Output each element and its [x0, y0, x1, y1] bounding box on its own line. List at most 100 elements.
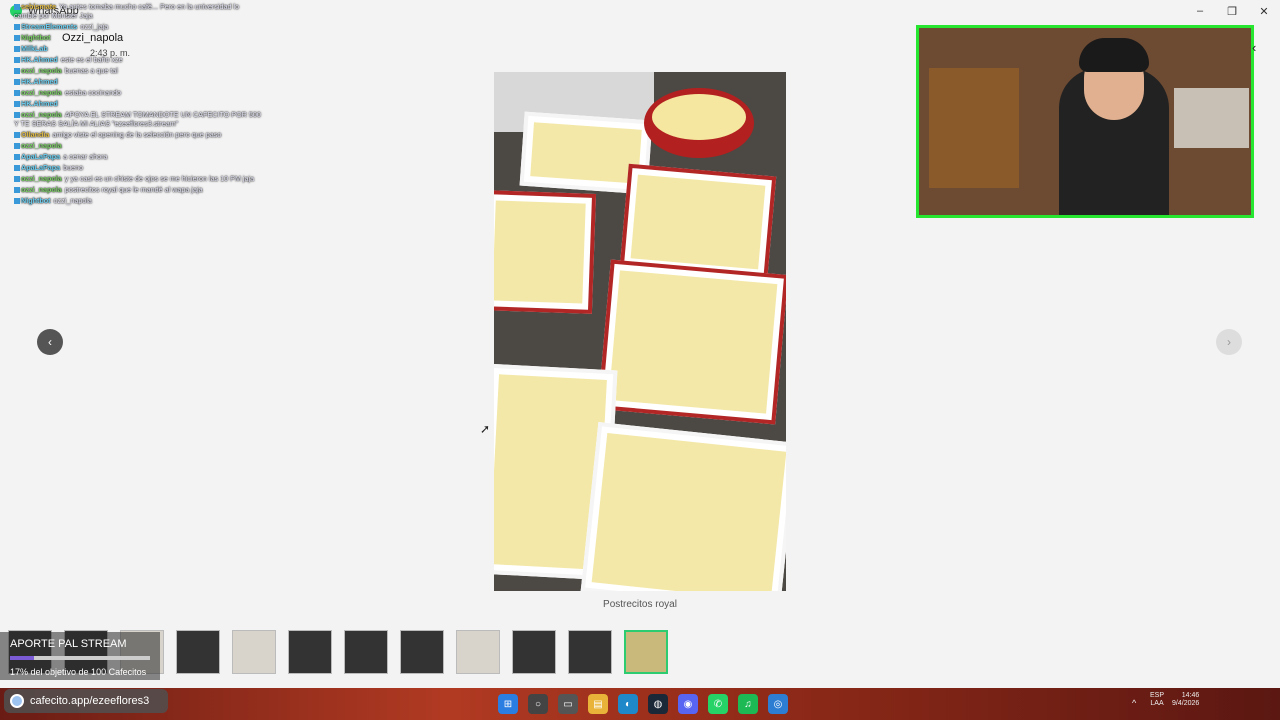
badge-icon — [14, 154, 20, 161]
taskbar-apps: ⊞ ○ ▭ ▤ ◐ ◍ ◉ ✆ ♫ ◎ — [498, 694, 788, 714]
gallery-photo — [494, 72, 786, 591]
chat-message: MilkLab — [14, 44, 264, 53]
chat-username: MilkLab — [21, 44, 48, 53]
chat-text: ozzi_napola — [53, 196, 92, 205]
thumbnail-strip — [0, 630, 1280, 678]
tray-expand-icon[interactable]: ^ — [1132, 698, 1136, 708]
chat-message: Nightbot ozzi_napola — [14, 196, 264, 205]
search-icon[interactable]: ○ — [528, 694, 548, 714]
chat-username: ozzi_napola — [21, 174, 62, 183]
chat-message: ozzi_napola postrecitos royal que le mand… — [14, 185, 264, 194]
webcam-overlay — [916, 25, 1254, 218]
chat-text: a cenar ahora — [63, 152, 108, 161]
chat-text: buenas a que tal — [64, 66, 118, 75]
gallery-thumbnail[interactable] — [232, 630, 276, 674]
file-explorer-icon[interactable]: ▤ — [588, 694, 608, 714]
chevron-left-icon: ‹ — [48, 335, 52, 349]
badge-icon — [14, 112, 20, 119]
chat-username: HK.Ahmed — [21, 99, 58, 108]
gallery-thumbnail[interactable] — [456, 630, 500, 674]
chat-text: postrecitos royal que le mandé al wapa j… — [64, 185, 203, 194]
chat-message: ozzi_napola estaba cocinando — [14, 88, 264, 97]
cafecito-link[interactable]: cafecito.app/ezeeflores3 — [4, 689, 168, 713]
chat-text: y ya casi es un chiste de ojos se me hic… — [64, 174, 255, 183]
badge-icon — [14, 35, 20, 42]
clock[interactable]: 14:46 9/4/2026 — [1172, 692, 1199, 708]
cafecito-icon — [10, 694, 24, 708]
collapse-panel-button[interactable]: ‹ — [1252, 40, 1256, 55]
badge-icon — [14, 198, 20, 205]
previous-image-button[interactable]: ‹ — [37, 329, 63, 355]
task-view-icon[interactable]: ▭ — [558, 694, 578, 714]
chat-username: Ollandia — [21, 130, 50, 139]
close-button[interactable]: ✕ — [1248, 0, 1280, 22]
clock-time: 14:46 — [1181, 692, 1200, 699]
chat-username: StreamElements — [21, 22, 78, 31]
chat-username: Nightbot — [21, 33, 51, 42]
chat-username: HK.Ahmed — [21, 55, 58, 64]
donation-progress-text: 17% del objetivo de 100 Cafecitos — [10, 667, 147, 677]
badge-icon — [14, 101, 20, 108]
gallery-thumbnail[interactable] — [288, 630, 332, 674]
chat-username: ozzi_napola — [21, 66, 62, 75]
gallery-thumbnail[interactable] — [512, 630, 556, 674]
photo-caption: Postrecitos royal — [603, 599, 677, 610]
badge-icon — [14, 46, 20, 53]
gallery-thumbnail[interactable] — [624, 630, 668, 674]
badge-icon — [14, 90, 20, 97]
steam-icon[interactable]: ◍ — [648, 694, 668, 714]
next-image-button[interactable]: › — [1216, 329, 1242, 355]
minimize-button[interactable]: – — [1184, 0, 1216, 22]
chat-username: Nightbot — [21, 196, 51, 205]
app-icon[interactable]: ◎ — [768, 694, 788, 714]
chevron-right-icon: › — [1227, 335, 1231, 349]
chat-username: ozzi_napola — [21, 185, 62, 194]
spotify-icon[interactable]: ♫ — [738, 694, 758, 714]
gallery-thumbnail[interactable] — [400, 630, 444, 674]
chat-message: ozzi_napola APOYA EL STREAM TOMANDOTE UN … — [14, 110, 264, 128]
maximize-button[interactable]: ❐ — [1216, 0, 1248, 22]
language-bottom: LAA — [1150, 700, 1164, 707]
badge-icon — [14, 4, 20, 11]
chat-text: estaba cocinando — [64, 88, 122, 97]
edge-icon[interactable]: ◐ — [618, 694, 638, 714]
window-controls: – ❐ ✕ — [1184, 0, 1280, 22]
chat-username: ozzi_napola — [21, 88, 62, 97]
whatsapp-icon[interactable]: ✆ — [708, 694, 728, 714]
chat-text: amigo viste el opening de la selección p… — [52, 130, 222, 139]
chat-text: este es el baño xze — [60, 55, 123, 64]
chat-message: StreamElements ozzi_jaja — [14, 22, 264, 31]
chat-message: HK.Ahmed — [14, 77, 264, 86]
chat-text: ozzi_jaja — [80, 22, 109, 31]
cafecito-url: cafecito.app/ezeeflores3 — [30, 695, 150, 707]
language-indicator[interactable]: ESP LAA — [1150, 692, 1164, 708]
mouse-cursor-icon: ➚ — [480, 422, 491, 436]
badge-icon — [14, 68, 20, 75]
chat-text: bueno — [63, 163, 84, 172]
clock-date: 9/4/2026 — [1172, 700, 1200, 707]
gallery-thumbnail[interactable] — [568, 630, 612, 674]
chat-message: Ollandia amigo viste el opening de la sel… — [14, 130, 264, 139]
badge-icon — [14, 165, 20, 172]
windows-start-icon[interactable]: ⊞ — [498, 694, 518, 714]
chat-username: sebismate — [21, 2, 57, 11]
badge-icon — [14, 132, 20, 139]
donation-progress-fill — [10, 656, 34, 660]
language-top: ESP — [1150, 692, 1165, 699]
chat-username: HK.Ahmed — [21, 77, 58, 86]
chat-username: ApaLaPapa — [21, 163, 61, 172]
chat-username: ozzi_napola — [21, 141, 62, 150]
chat-message: ozzi_napola y ya casi es un chiste de ojo… — [14, 174, 264, 183]
badge-icon — [14, 24, 20, 31]
discord-icon[interactable]: ◉ — [678, 694, 698, 714]
chat-message: ApaLaPapa bueno — [14, 163, 264, 172]
chat-username: ApaLaPapa — [21, 152, 61, 161]
gallery-thumbnail[interactable] — [344, 630, 388, 674]
chat-message: ozzi_napola — [14, 141, 264, 150]
badge-icon — [14, 79, 20, 86]
gallery-thumbnail[interactable] — [176, 630, 220, 674]
chat-message: sebismate Yo antes tomaba mucho café... P… — [14, 2, 264, 20]
badge-icon — [14, 187, 20, 194]
chat-message: ApaLaPapa a cenar ahora — [14, 152, 264, 161]
badge-icon — [14, 176, 20, 183]
